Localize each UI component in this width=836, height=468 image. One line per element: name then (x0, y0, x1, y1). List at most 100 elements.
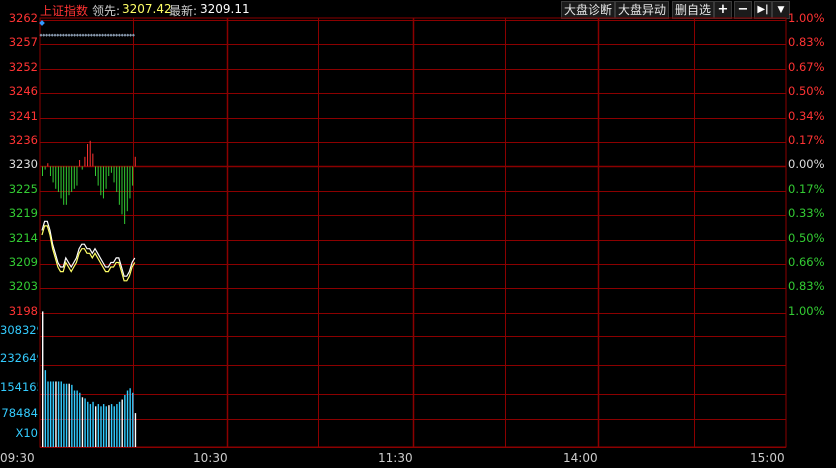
session-mark (101, 33, 105, 37)
price-axis-label: 3257 (8, 35, 38, 50)
session-marks (39, 20, 135, 37)
volume-bar (129, 388, 131, 447)
diff-bar (97, 166, 99, 186)
session-mark (67, 33, 71, 37)
session-mark (103, 33, 107, 37)
percent-axis-label: 0.33% (788, 206, 825, 221)
diff-bar (76, 166, 78, 186)
volume-bar (100, 406, 102, 447)
session-mark (45, 33, 49, 37)
volume-axis-label: 308329 (0, 323, 38, 337)
diff-bar (44, 166, 46, 170)
price-axis-label: 3252 (8, 59, 38, 74)
intraday-chart[interactable] (0, 0, 836, 468)
diff-bar (81, 166, 83, 170)
diff-bar (110, 166, 112, 173)
session-mark (117, 33, 121, 37)
volume-bars (42, 311, 137, 447)
diff-bar (89, 140, 91, 167)
diff-bar (118, 166, 120, 205)
volume-bar (47, 381, 49, 447)
percent-axis-label: 0.17% (788, 181, 825, 196)
volume-bar (132, 392, 134, 447)
session-mark (78, 33, 82, 37)
price-axis-label: 3225 (8, 181, 38, 196)
time-axis-label: 14:00 (563, 451, 598, 465)
percent-axis-label: 0.66% (788, 255, 825, 269)
time-axis-label: 15:00 (750, 451, 785, 465)
time-axis-label: 09:30 (0, 451, 35, 465)
session-mark (81, 33, 85, 37)
session-mark (75, 33, 79, 37)
session-mark (64, 33, 68, 37)
volume-axis-label: 232649 (0, 351, 38, 365)
diff-bar (47, 163, 49, 167)
percent-axis-label: 0.17% (788, 133, 825, 147)
volume-bar (76, 390, 78, 447)
diff-bar (71, 166, 73, 192)
volume-bar (134, 413, 137, 447)
percent-axis-label: 0.50% (788, 84, 825, 99)
volume-bar (73, 390, 76, 447)
diff-bar (49, 166, 51, 176)
volume-bar (65, 383, 68, 447)
volume-bar (113, 406, 115, 447)
percent-axis-label: 0.00% (788, 157, 825, 172)
price-axis-label: 3262 (8, 11, 38, 25)
session-mark (84, 33, 88, 37)
diff-bar (108, 166, 110, 176)
percent-axis-label: 0.50% (788, 230, 825, 245)
price-axis-label: 3198 (8, 303, 38, 318)
diff-bar (121, 166, 123, 215)
diff-bar (105, 166, 107, 189)
volume-bar (118, 401, 121, 447)
volume-bar (63, 383, 65, 447)
diff-bar (134, 156, 136, 167)
diff-bar (55, 166, 57, 189)
diff-bars (42, 140, 136, 224)
volume-bar (110, 404, 113, 447)
diff-bar (116, 166, 118, 192)
volume-bar (97, 404, 100, 447)
diff-bar (124, 166, 126, 224)
volume-bar (57, 381, 60, 447)
session-mark (50, 33, 54, 37)
volume-bar (102, 404, 105, 447)
diff-bar (102, 166, 104, 199)
diff-bar (42, 166, 43, 176)
volume-bar (52, 381, 54, 447)
price-axis-label: 3246 (8, 84, 38, 99)
session-mark (73, 33, 77, 37)
volume-bar (89, 404, 92, 447)
price-axis-label: 3219 (8, 206, 38, 221)
price-axis-label: 3203 (8, 279, 38, 294)
session-mark (98, 33, 102, 37)
session-mark (123, 33, 127, 37)
volume-bar (116, 404, 118, 447)
diff-bar (84, 156, 86, 167)
percent-axis-label: 1.00% (788, 303, 825, 318)
volume-bar (55, 381, 57, 447)
diff-bar (68, 166, 70, 196)
volume-bar (44, 370, 47, 447)
diff-bar (65, 166, 67, 205)
session-mark (109, 33, 113, 37)
session-mark (106, 33, 110, 37)
volume-bar (79, 392, 81, 447)
session-mark (53, 33, 57, 37)
volume-bar (71, 384, 73, 447)
volume-bar (124, 395, 126, 447)
session-mark (89, 33, 93, 37)
diff-bar (87, 144, 89, 167)
diff-bar (100, 166, 102, 196)
session-mark (126, 33, 130, 37)
diff-bar (132, 166, 134, 186)
percent-axis-label: 0.83% (788, 35, 825, 50)
volume-bar (121, 399, 123, 447)
session-mark (112, 33, 116, 37)
volume-bar (108, 405, 110, 447)
volume-bar (84, 398, 86, 447)
volume-bar (68, 383, 70, 447)
diff-bar (113, 166, 115, 183)
session-mark (120, 33, 124, 37)
